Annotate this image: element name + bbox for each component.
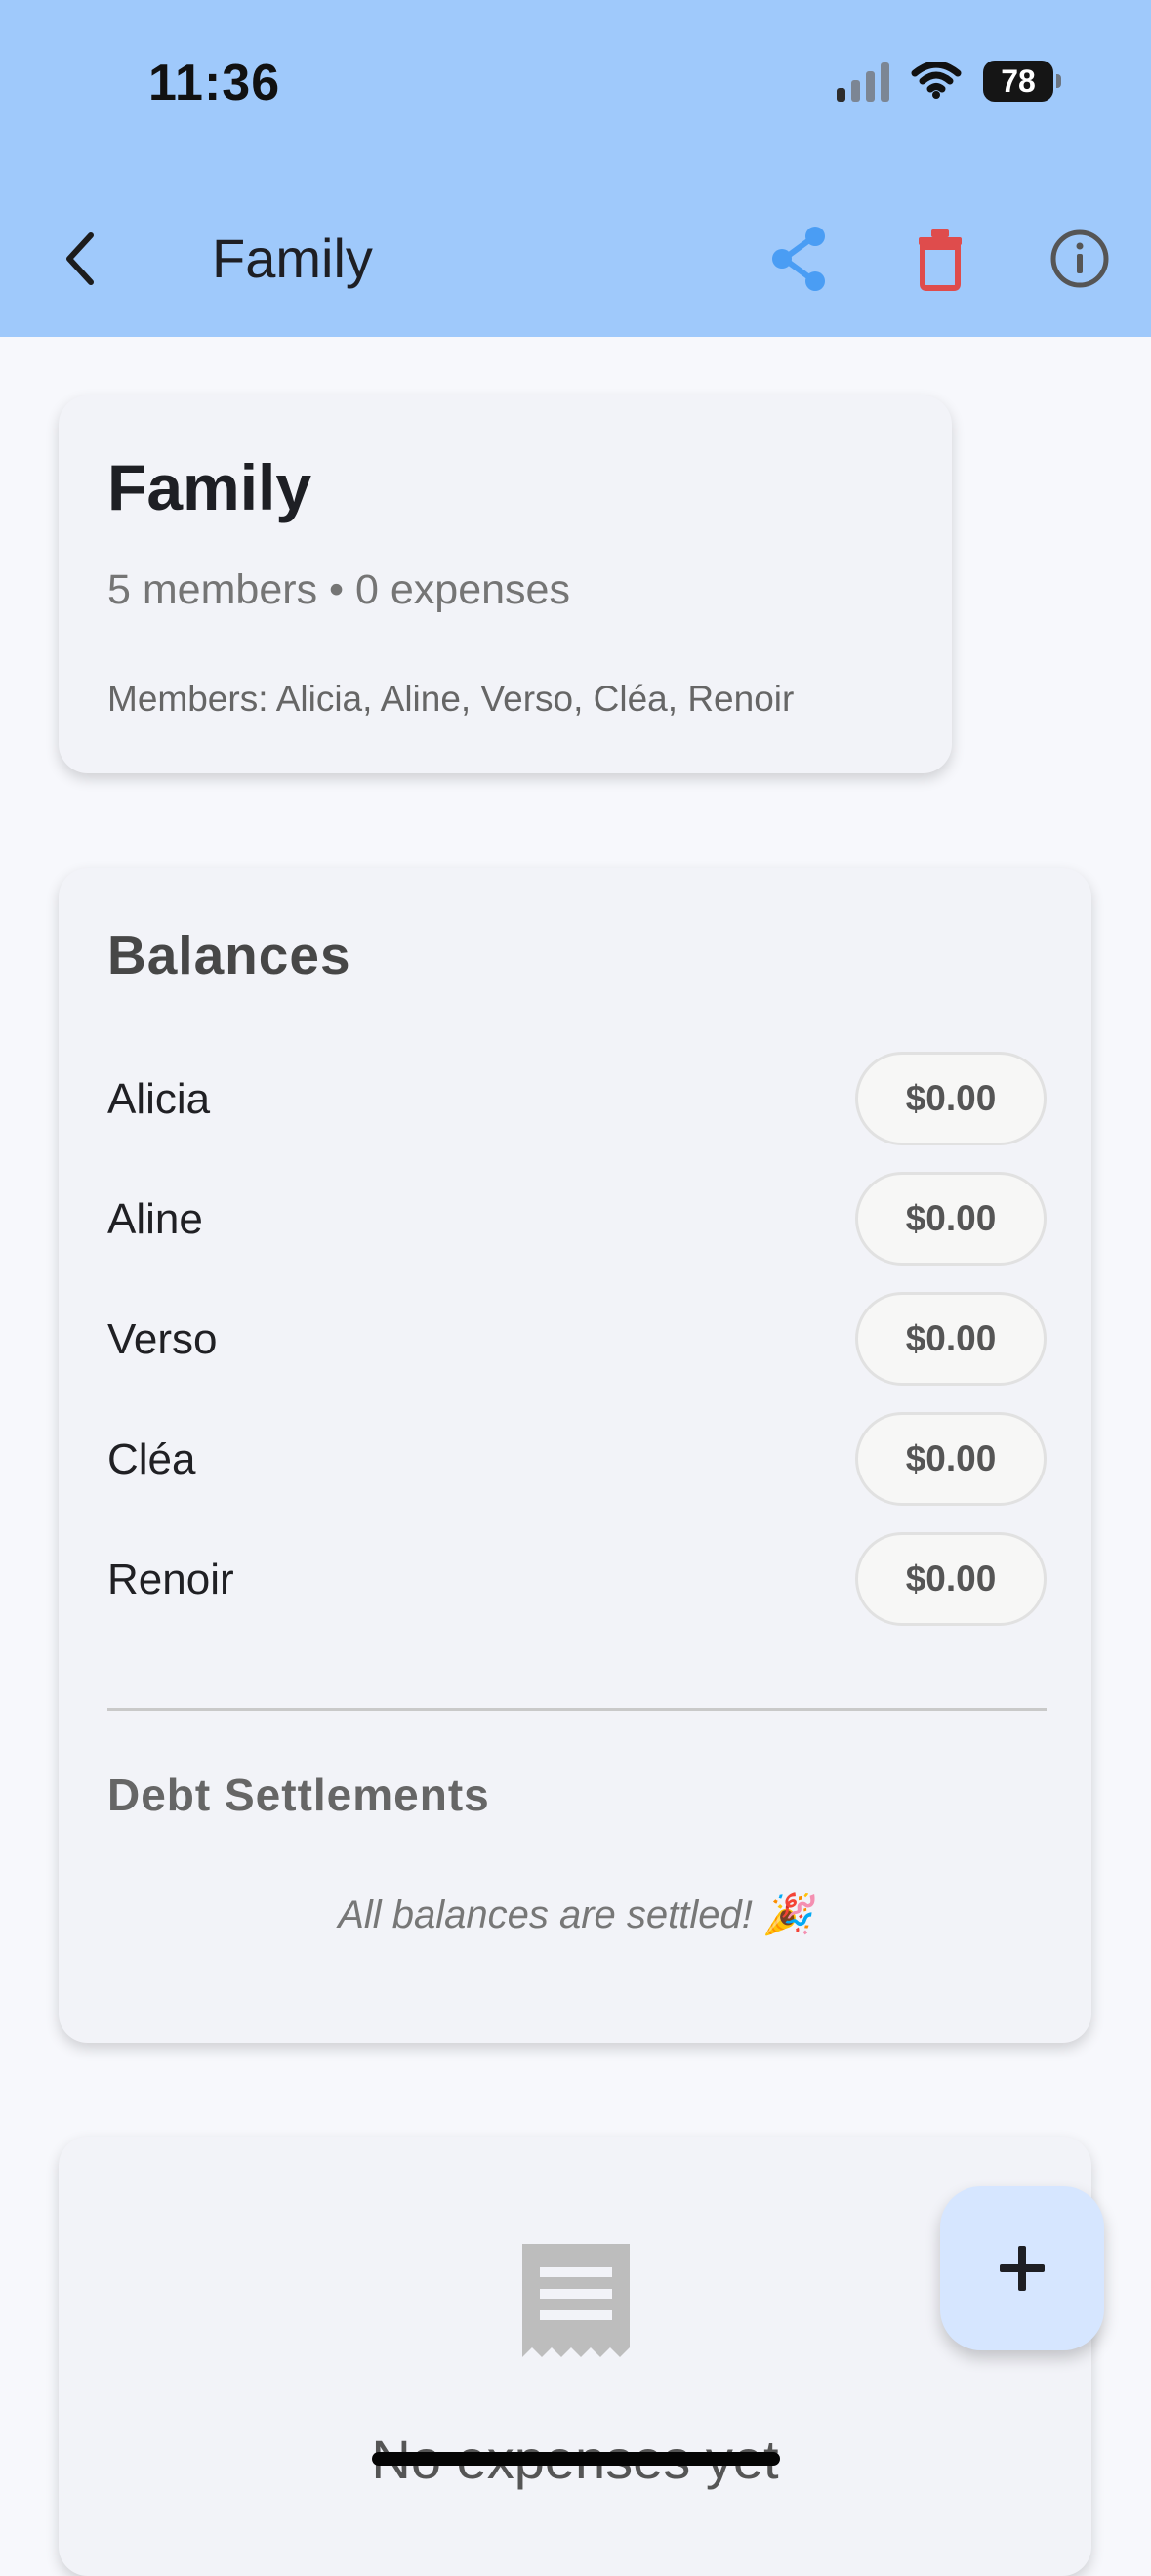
debt-settlements-title: Debt Settlements bbox=[107, 1769, 490, 1820]
page-title: Family bbox=[212, 228, 373, 289]
settled-message: All balances are settled! 🎉 bbox=[338, 1893, 812, 1936]
wifi-icon bbox=[911, 62, 962, 99]
member-name: Verso bbox=[107, 1315, 218, 1363]
member-name: Alicia bbox=[107, 1075, 211, 1123]
member-name: Renoir bbox=[107, 1556, 234, 1603]
balance-row: Cléa $0.00 bbox=[107, 1412, 1047, 1510]
share-icon bbox=[772, 227, 825, 291]
balance-row: Aline $0.00 bbox=[107, 1172, 1047, 1269]
balances-card: Balances Alicia $0.00 Aline $0.00 Verso … bbox=[59, 868, 1091, 2043]
balance-row: Verso $0.00 bbox=[107, 1292, 1047, 1390]
balance-row: Renoir $0.00 bbox=[107, 1532, 1047, 1630]
section-divider bbox=[107, 1708, 1047, 1711]
balance-amount: $0.00 bbox=[855, 1292, 1047, 1386]
share-button[interactable] bbox=[760, 220, 839, 298]
home-indicator[interactable] bbox=[372, 2452, 780, 2466]
app-bar: 11:36 78 Family bbox=[0, 0, 1151, 337]
status-icons: 78 bbox=[837, 61, 1061, 102]
chevron-left-icon bbox=[66, 232, 94, 285]
delete-button[interactable] bbox=[901, 220, 979, 298]
receipt-icon bbox=[522, 2244, 630, 2357]
group-name: Family bbox=[107, 451, 312, 523]
battery-level: 78 bbox=[1001, 62, 1036, 99]
group-members: Members: Alicia, Aline, Verso, Cléa, Ren… bbox=[107, 679, 795, 719]
member-name: Aline bbox=[107, 1195, 203, 1243]
back-button[interactable] bbox=[42, 220, 120, 298]
balances-title: Balances bbox=[107, 925, 351, 985]
signal-icon bbox=[837, 61, 889, 102]
add-expense-button[interactable] bbox=[940, 2186, 1104, 2350]
info-icon bbox=[1050, 229, 1109, 288]
balance-amount: $0.00 bbox=[855, 1412, 1047, 1506]
expenses-card: No expenses yet bbox=[59, 2137, 1091, 2576]
balance-amount: $0.00 bbox=[855, 1172, 1047, 1266]
balance-amount: $0.00 bbox=[855, 1532, 1047, 1626]
battery-icon: 78 bbox=[983, 61, 1061, 102]
status-time: 11:36 bbox=[148, 55, 281, 111]
navigation-bar: Family bbox=[0, 190, 1151, 317]
plus-icon bbox=[1000, 2246, 1045, 2291]
info-button[interactable] bbox=[1041, 220, 1119, 298]
trash-icon bbox=[919, 229, 962, 291]
member-name: Cléa bbox=[107, 1435, 196, 1483]
group-summary-card: Family 5 members • 0 expenses Members: A… bbox=[59, 395, 952, 773]
group-meta: 5 members • 0 expenses bbox=[107, 566, 570, 613]
balance-amount: $0.00 bbox=[855, 1052, 1047, 1145]
balance-row: Alicia $0.00 bbox=[107, 1052, 1047, 1149]
